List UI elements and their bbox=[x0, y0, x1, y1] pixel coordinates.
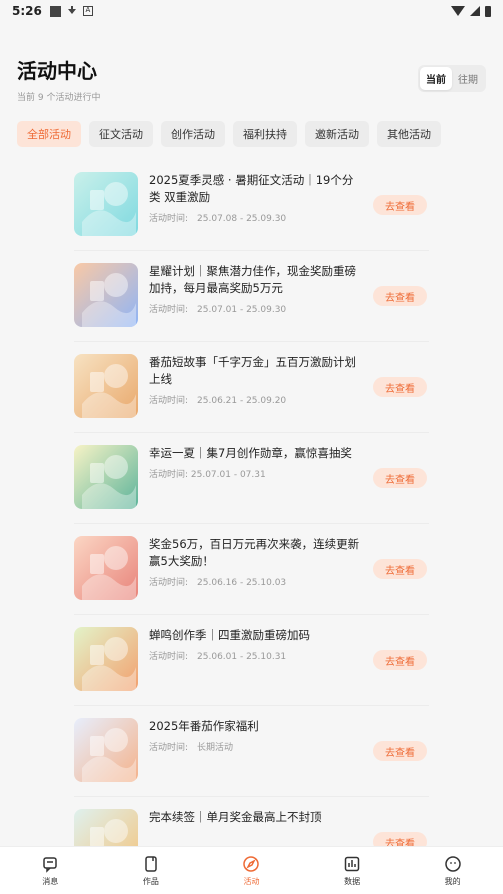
activity-title: 完本续签｜单月奖金最高上不封顶 bbox=[149, 810, 322, 824]
activity-time: 活动时间: 25.06.16 - 25.10.03 bbox=[149, 578, 287, 588]
works-icon bbox=[145, 855, 157, 872]
view-activity-button[interactable]: 去查看 bbox=[373, 195, 427, 215]
activity-time: 活动时间: 25.07.01 - 25.09.30 bbox=[149, 305, 287, 315]
message-icon bbox=[43, 856, 58, 873]
activity-thumbnail bbox=[74, 172, 138, 236]
activity-title: 星耀计划｜聚焦潜力佳作，现金奖励重磅加持，每月最高奖励5万元 bbox=[149, 264, 356, 295]
page-header: 活动中心 当前 9 个活动进行中 当前 往期 bbox=[17, 55, 486, 103]
thumbnail-art-icon bbox=[82, 728, 136, 782]
tab-chart[interactable]: 数据 bbox=[302, 847, 403, 894]
tab-works[interactable]: 作品 bbox=[101, 847, 202, 894]
activity-title: 蝉鸣创作季｜四重激励重磅加码 bbox=[149, 628, 310, 642]
activity-text: 幸运一夏｜集7月创作勋章，赢惊喜抽奖活动时间: 25.07.01 - 07.31 bbox=[149, 445, 364, 480]
activity-card[interactable]: 幸运一夏｜集7月创作勋章，赢惊喜抽奖活动时间: 25.07.01 - 07.31… bbox=[74, 433, 429, 524]
activity-card[interactable]: 番茄短故事「千字万金」五百万激励计划上线活动时间: 25.06.21 - 25.… bbox=[74, 342, 429, 433]
thumbnail-art-icon bbox=[82, 455, 136, 509]
activity-card[interactable]: 2025夏季灵感 · 暑期征文活动｜19个分类 双重激励活动时间: 25.07.… bbox=[74, 160, 429, 251]
wifi-icon bbox=[451, 6, 465, 16]
filter-chip[interactable]: 全部活动 bbox=[17, 121, 81, 147]
activity-time: 活动时间: 25.06.01 - 25.10.31 bbox=[149, 652, 287, 662]
page-subtitle: 当前 9 个活动进行中 bbox=[17, 93, 101, 103]
thumbnail-art-icon bbox=[82, 637, 136, 691]
activity-text: 番茄短故事「千字万金」五百万激励计划上线活动时间: 25.06.21 - 25.… bbox=[149, 354, 364, 406]
activity-time: 活动时间: 25.07.01 - 07.31 bbox=[149, 470, 266, 480]
tab-label: 消息 bbox=[42, 876, 59, 886]
activity-title: 番茄短故事「千字万金」五百万激励计划上线 bbox=[149, 355, 356, 386]
thumbnail-art-icon bbox=[82, 546, 136, 600]
tab-message[interactable]: 消息 bbox=[0, 847, 101, 894]
view-activity-button[interactable]: 去查看 bbox=[373, 650, 427, 670]
tab-label: 作品 bbox=[142, 876, 159, 886]
thumbnail-art-icon bbox=[82, 182, 136, 236]
view-activity-button[interactable]: 去查看 bbox=[373, 286, 427, 306]
thumbnail-art-icon bbox=[82, 364, 136, 418]
profile-icon bbox=[444, 855, 461, 872]
activity-card[interactable]: 蝉鸣创作季｜四重激励重磅加码活动时间: 25.06.01 - 25.10.31 去… bbox=[74, 615, 429, 706]
thumbnail-art-icon bbox=[82, 273, 136, 327]
activity-card[interactable]: 星耀计划｜聚焦潜力佳作，现金奖励重磅加持，每月最高奖励5万元活动时间: 25.0… bbox=[74, 251, 429, 342]
tab-label: 我的 bbox=[444, 876, 461, 886]
view-activity-button[interactable]: 去查看 bbox=[373, 559, 427, 579]
segment-past[interactable]: 往期 bbox=[452, 67, 484, 90]
chart-icon bbox=[344, 856, 360, 871]
activity-title: 奖金56万，百日万元再次来袭，连续更新赢5大奖励！ bbox=[149, 537, 360, 568]
activity-text: 2025年番茄作家福利活动时间: 长期活动 bbox=[149, 718, 364, 753]
view-activity-button[interactable]: 去查看 bbox=[373, 741, 427, 761]
segment-current[interactable]: 当前 bbox=[420, 67, 452, 90]
filter-chip[interactable]: 征文活动 bbox=[89, 121, 153, 147]
activity-thumbnail bbox=[74, 718, 138, 782]
activity-thumbnail bbox=[74, 354, 138, 418]
filter-chip[interactable]: 其他活动 bbox=[377, 121, 441, 147]
tab-label: 活动 bbox=[243, 876, 260, 886]
status-time: 5:26 bbox=[12, 4, 42, 18]
activity-text: 星耀计划｜聚焦潜力佳作，现金奖励重磅加持，每月最高奖励5万元活动时间: 25.0… bbox=[149, 263, 364, 315]
activity-thumbnail bbox=[74, 263, 138, 327]
status-bar: 5:26 A bbox=[0, 0, 503, 22]
activity-title: 2025年番茄作家福利 bbox=[149, 719, 259, 733]
filter-chip[interactable]: 邀新活动 bbox=[305, 121, 369, 147]
compass-icon bbox=[243, 855, 260, 872]
notification-icon bbox=[49, 5, 61, 17]
activity-text: 奖金56万，百日万元再次来袭，连续更新赢5大奖励！ 活动时间: 25.06.16 … bbox=[149, 536, 364, 588]
filter-chips: 全部活动 征文活动 创作活动 福利扶持 邀新活动 其他活动 bbox=[17, 121, 489, 147]
tab-label: 数据 bbox=[344, 876, 361, 886]
activity-title: 2025夏季灵感 · 暑期征文活动｜19个分类 双重激励 bbox=[149, 173, 354, 204]
activity-text: 完本续签｜单月奖金最高上不封顶 bbox=[149, 809, 364, 831]
signal-icon bbox=[470, 6, 480, 16]
activity-title: 幸运一夏｜集7月创作勋章，赢惊喜抽奖 bbox=[149, 446, 352, 460]
view-activity-button[interactable]: 去查看 bbox=[373, 468, 427, 488]
filter-chip[interactable]: 福利扶持 bbox=[233, 121, 297, 147]
activity-text: 蝉鸣创作季｜四重激励重磅加码活动时间: 25.06.01 - 25.10.31 bbox=[149, 627, 364, 662]
activity-thumbnail bbox=[74, 445, 138, 509]
tab-compass[interactable]: 活动 bbox=[201, 847, 302, 894]
activity-list: 2025夏季灵感 · 暑期征文活动｜19个分类 双重激励活动时间: 25.07.… bbox=[74, 160, 429, 888]
battery-icon bbox=[485, 5, 491, 17]
activity-card[interactable]: 2025年番茄作家福利 活动时间: 长期活动 去查看 bbox=[74, 706, 429, 797]
tab-profile[interactable]: 我的 bbox=[402, 847, 503, 894]
filter-chip[interactable]: 创作活动 bbox=[161, 121, 225, 147]
bottom-tab-bar: 消息 作品 活动 数据 我的 bbox=[0, 846, 503, 894]
activity-time: 活动时间: 长期活动 bbox=[149, 743, 234, 753]
app-notification-icon: A bbox=[82, 6, 93, 16]
view-activity-button[interactable]: 去查看 bbox=[373, 377, 427, 397]
activity-text: 2025夏季灵感 · 暑期征文活动｜19个分类 双重激励活动时间: 25.07.… bbox=[149, 172, 364, 224]
activity-thumbnail bbox=[74, 536, 138, 600]
period-segmented-control: 当前 往期 bbox=[418, 65, 486, 92]
activity-thumbnail bbox=[74, 627, 138, 691]
download-icon bbox=[67, 5, 77, 17]
activity-time: 活动时间: 25.06.21 - 25.09.20 bbox=[149, 396, 287, 406]
activity-time: 活动时间: 25.07.08 - 25.09.30 bbox=[149, 214, 287, 224]
page-title: 活动中心 bbox=[17, 59, 97, 83]
activity-card[interactable]: 奖金56万，百日万元再次来袭，连续更新赢5大奖励！ 活动时间: 25.06.16 … bbox=[74, 524, 429, 615]
